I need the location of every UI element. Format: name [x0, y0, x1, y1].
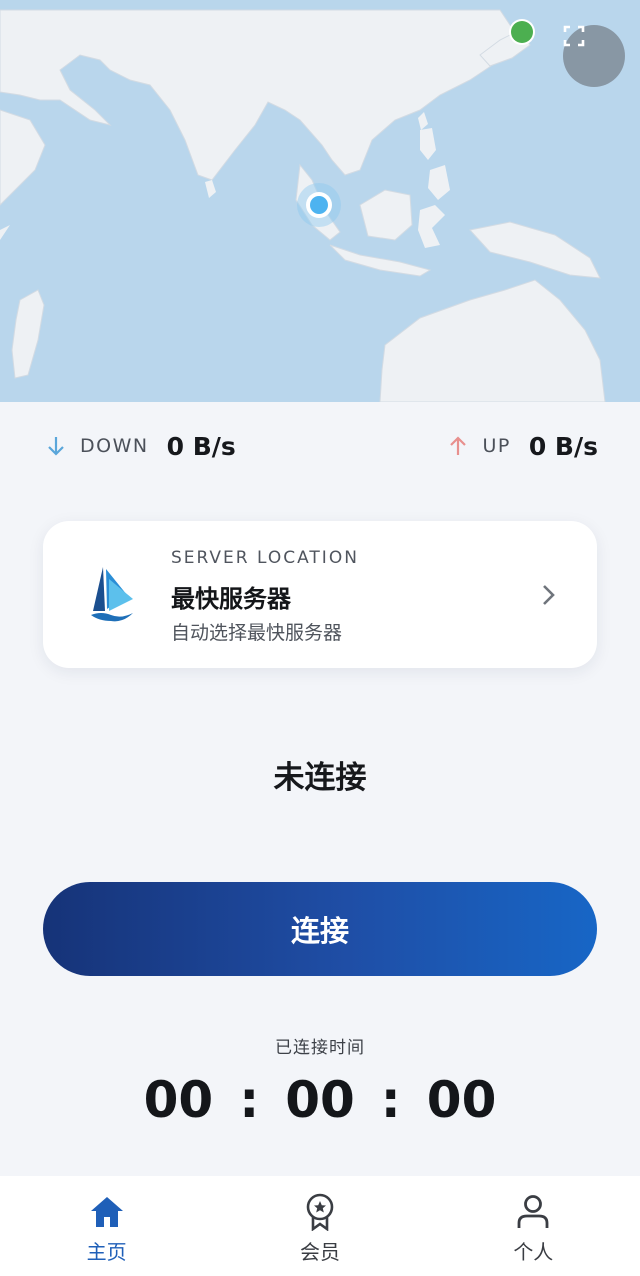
server-name: 最快服务器 [171, 585, 291, 613]
nav-label-home: 主页 [86, 1240, 127, 1264]
timer-label: 已连接时间 [275, 1038, 365, 1058]
server-location-card[interactable]: SERVER LOCATION 最快服务器 自动选择最快服务器 [43, 521, 597, 668]
server-caption: SERVER LOCATION [171, 548, 359, 568]
upload-value: 0 B/s [528, 431, 598, 461]
app-root: DOWN 0 B/s UP 0 B/s SERVER LOCATION 最快服务… [0, 0, 640, 1276]
membership-badge-icon [300, 1192, 340, 1232]
download-label: DOWN [80, 435, 149, 457]
nav-label-membership: 会员 [299, 1240, 340, 1264]
fullscreen-icon [563, 25, 585, 47]
arrow-down-icon [44, 434, 68, 458]
download-value: 0 B/s [166, 431, 236, 461]
download-speed: DOWN 0 B/s [44, 418, 236, 474]
world-map[interactable] [0, 0, 640, 402]
fullscreen-button[interactable] [563, 25, 625, 87]
sailboat-logo-icon [89, 565, 135, 623]
timer-hours: 00 [143, 1071, 214, 1129]
upload-speed: UP 0 B/s [446, 418, 598, 474]
person-icon [513, 1192, 553, 1232]
home-icon [87, 1192, 127, 1232]
timer-separator: : [380, 1071, 401, 1129]
map-graphic [0, 0, 640, 402]
bottom-navigation: 主页 会员 个人 [0, 1176, 640, 1276]
speed-row: DOWN 0 B/s UP 0 B/s [0, 418, 640, 474]
nav-item-home[interactable]: 主页 [0, 1176, 213, 1276]
nav-label-profile: 个人 [513, 1240, 554, 1264]
arrow-up-icon [446, 434, 470, 458]
nav-item-membership[interactable]: 会员 [213, 1176, 426, 1276]
timer-separator: : [239, 1071, 260, 1129]
upload-label: UP [482, 435, 511, 457]
chevron-right-icon [539, 583, 559, 607]
connection-timer: 00 : 00 : 00 [0, 1068, 640, 1132]
server-subtitle: 自动选择最快服务器 [171, 622, 343, 644]
nav-item-profile[interactable]: 个人 [427, 1176, 640, 1276]
connection-status: 未连接 [273, 760, 367, 796]
connect-button[interactable]: 连接 [43, 882, 597, 976]
timer-minutes: 00 [285, 1071, 355, 1129]
timer-seconds: 00 [426, 1071, 497, 1129]
